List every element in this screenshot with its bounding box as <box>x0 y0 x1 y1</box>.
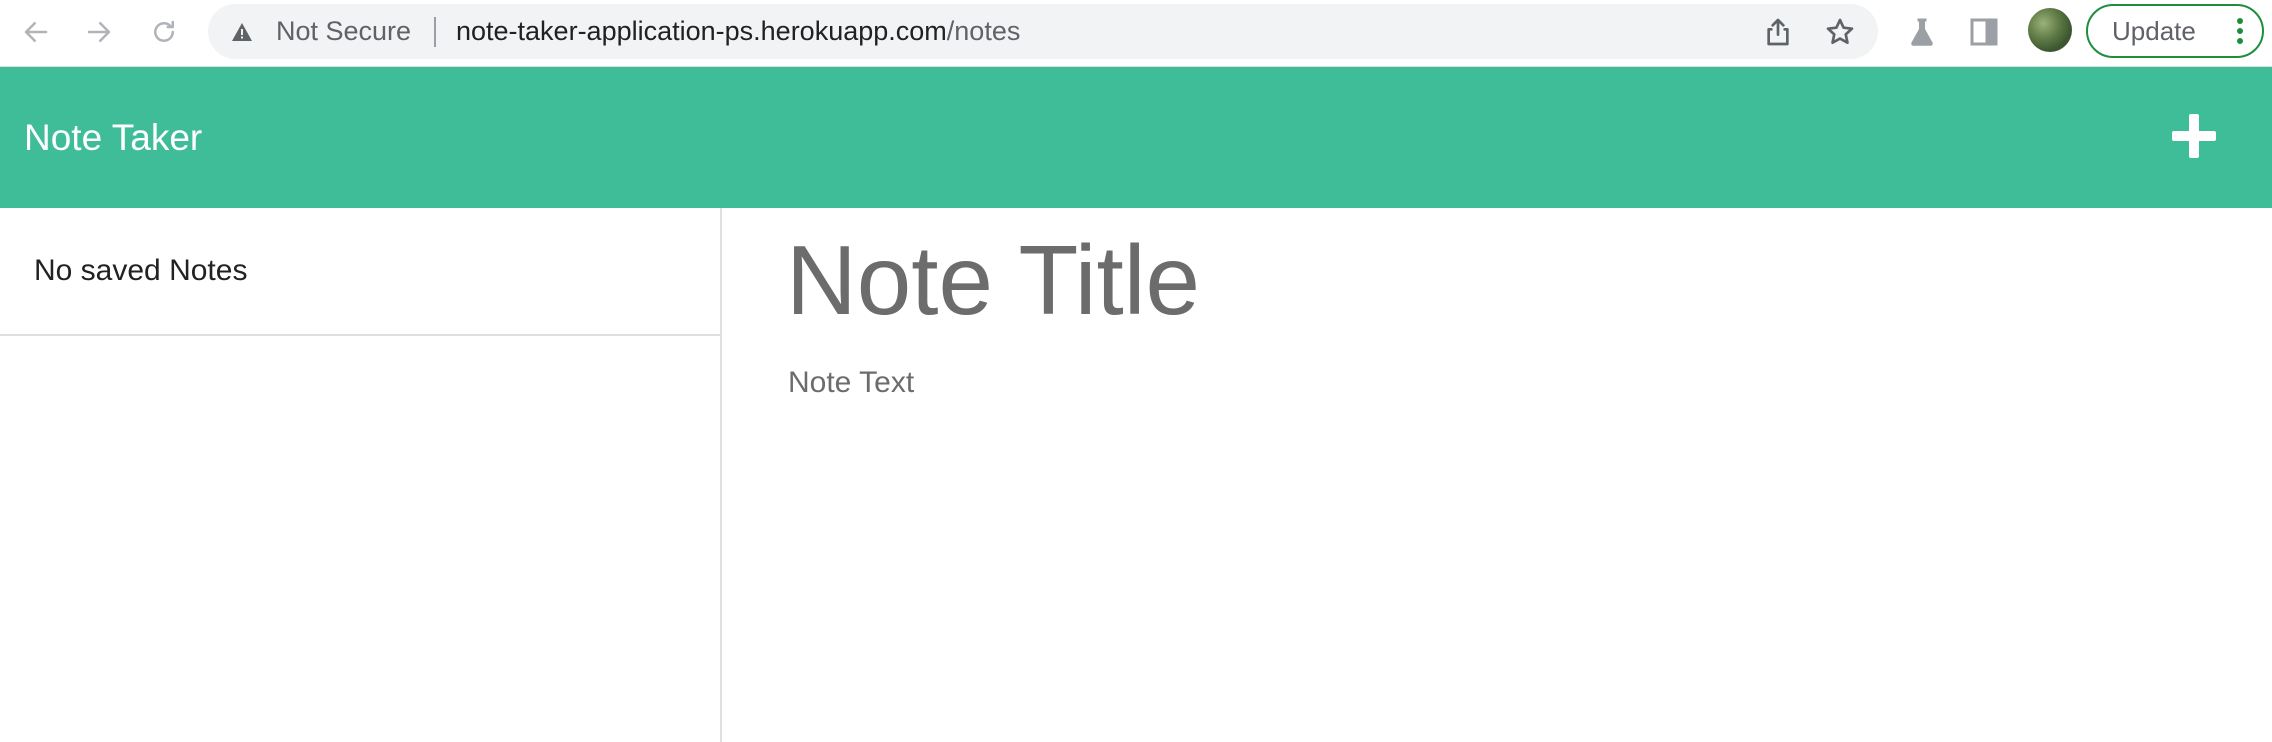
omnibox-divider <box>434 17 436 47</box>
notes-list-panel: No saved Notes <box>0 208 722 742</box>
arrow-right-icon <box>87 22 111 42</box>
share-button[interactable] <box>1762 16 1794 48</box>
browser-toolbar: Not Secure note-taker-application-ps.her… <box>0 0 2272 67</box>
side-panel-button[interactable] <box>1966 14 2002 50</box>
share-icon <box>1767 18 1789 46</box>
arrow-left-icon <box>24 22 48 42</box>
warning-triangle-icon[interactable] <box>230 20 254 44</box>
url-host: note-taker-application-ps.herokuapp.com <box>456 16 947 46</box>
bookmark-button[interactable] <box>1824 16 1856 48</box>
star-icon <box>1826 18 1854 44</box>
labs-button[interactable] <box>1904 14 1940 50</box>
more-vert-icon[interactable] <box>2236 18 2244 46</box>
side-panel-icon <box>1970 18 1998 46</box>
url-text[interactable]: note-taker-application-ps.herokuapp.com/… <box>456 4 1020 59</box>
profile-avatar[interactable] <box>2028 8 2072 52</box>
note-text-textarea[interactable] <box>788 366 2188 706</box>
security-status-label[interactable]: Not Secure <box>276 4 411 59</box>
address-bar[interactable]: Not Secure note-taker-application-ps.her… <box>208 4 1878 59</box>
app-navbar: Note Taker <box>0 67 2272 208</box>
app-brand[interactable]: Note Taker <box>24 67 202 208</box>
empty-notes-message: No saved Notes <box>34 254 248 287</box>
url-path: /notes <box>946 16 1021 46</box>
reload-icon <box>154 20 174 42</box>
plus-icon[interactable] <box>2168 112 2220 164</box>
flask-icon <box>1911 18 1933 46</box>
reload-button[interactable] <box>142 10 186 54</box>
update-button-label: Update <box>2112 16 2196 46</box>
note-title-input[interactable] <box>786 225 2186 335</box>
update-button[interactable]: Update <box>2086 4 2264 58</box>
back-button[interactable] <box>14 10 58 54</box>
list-item: No saved Notes <box>0 208 720 336</box>
forward-button[interactable] <box>77 10 121 54</box>
